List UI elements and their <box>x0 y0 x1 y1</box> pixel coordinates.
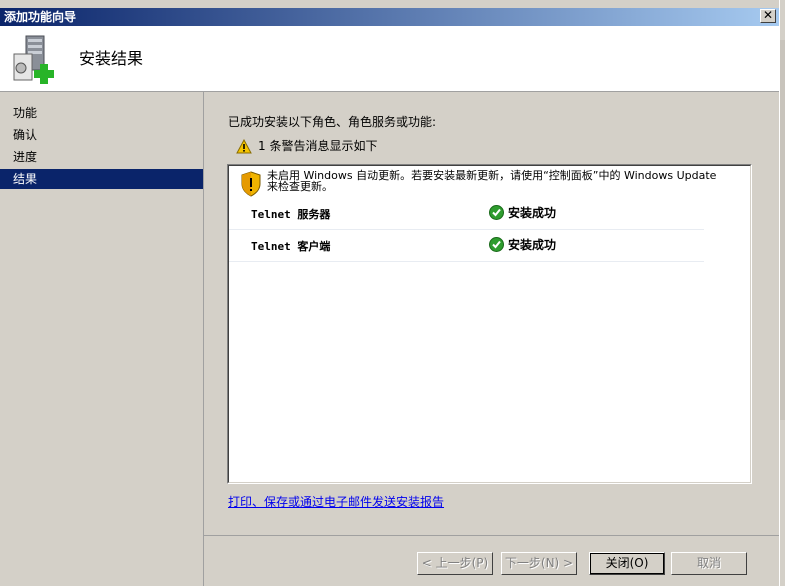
feature-name: Telnet 客户端 <box>251 240 331 253</box>
cancel-button[interactable]: 取消 <box>671 552 747 575</box>
nav-step-label: 功能 <box>13 106 38 120</box>
add-features-wizard-window: 添加功能向导 ✕ 安装结果 功能 确认 进度 结果 已成功安装以下角色、角色服务… <box>0 0 785 586</box>
results-list-inner: 未启用 Windows 自动更新。若要安装最新更新，请使用“控制面板”中的 Wi… <box>228 165 751 483</box>
close-window-button[interactable]: ✕ <box>760 9 776 23</box>
close-icon: ✕ <box>762 8 774 22</box>
wizard-steps-nav: 功能 确认 进度 结果 <box>0 92 204 586</box>
window-title: 添加功能向导 <box>4 10 77 24</box>
install-status-text: 安装成功 <box>508 206 557 220</box>
nav-step-label: 结果 <box>13 172 38 186</box>
update-notice-line1: 未启用 Windows 自动更新。若要安装最新更新，请使用“控制面板”中的 Wi… <box>267 169 717 182</box>
page-title: 安装结果 <box>79 49 144 68</box>
results-list[interactable]: 未启用 Windows 自动更新。若要安装最新更新，请使用“控制面板”中的 Wi… <box>227 164 752 484</box>
wizard-header: 安装结果 <box>0 26 779 92</box>
nav-step-label: 进度 <box>13 150 38 164</box>
nav-step-confirm[interactable]: 确认 <box>0 125 203 145</box>
background-window-scroll-thumb[interactable] <box>780 40 785 420</box>
feature-name: Telnet 服务器 <box>251 208 331 221</box>
success-check-icon <box>489 237 504 252</box>
main-content: 已成功安装以下角色、角色服务或功能: 1 条警告消息显示如下 未启用 Windo… <box>204 92 779 586</box>
update-notice: 未启用 Windows 自动更新。若要安装最新更新，请使用“控制面板”中的 Wi… <box>267 170 716 192</box>
warning-summary-text: 1 条警告消息显示如下 <box>258 139 378 153</box>
update-notice-line2: 来检查更新。 <box>267 180 333 193</box>
install-status-text: 安装成功 <box>508 238 557 252</box>
server-add-icon <box>13 35 54 84</box>
result-row: Telnet 客户端 安装成功 <box>229 231 704 262</box>
close-button[interactable]: 关闭(O) <box>589 552 665 575</box>
nav-step-label: 确认 <box>13 128 38 142</box>
previous-button[interactable]: < 上一步(P) <box>417 552 493 575</box>
next-button[interactable]: 下一步(N) > <box>501 552 577 575</box>
results-heading: 已成功安装以下角色、角色服务或功能: <box>228 115 437 129</box>
success-check-icon <box>489 205 504 220</box>
warning-shield-icon <box>241 171 261 197</box>
result-row: Telnet 服务器 安装成功 <box>229 199 704 230</box>
install-report-link[interactable]: 打印、保存或通过电子邮件发送安装报告 <box>228 493 444 510</box>
title-bar[interactable]: 添加功能向导 ✕ <box>0 8 779 26</box>
nav-step-features[interactable]: 功能 <box>0 103 203 123</box>
button-bar-divider <box>204 535 779 536</box>
nav-step-results[interactable]: 结果 <box>0 169 203 189</box>
nav-step-progress[interactable]: 进度 <box>0 147 203 167</box>
warning-icon <box>236 139 252 154</box>
